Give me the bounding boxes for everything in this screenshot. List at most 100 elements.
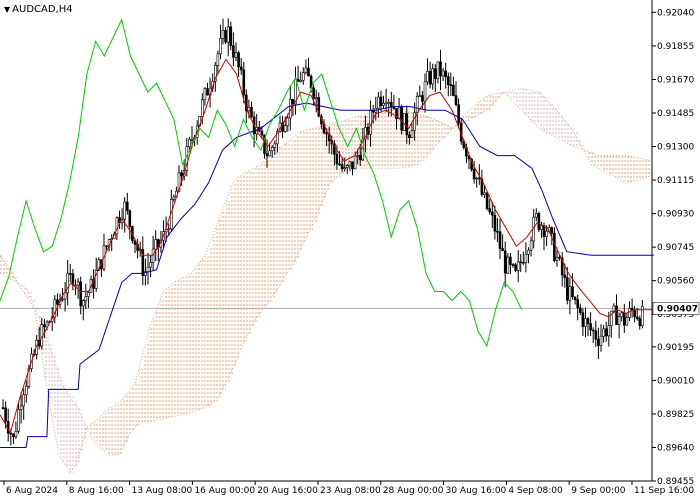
candle-body — [597, 338, 600, 346]
candle-body — [584, 318, 587, 327]
kumo-cloud-strip — [285, 143, 289, 277]
candle-body — [149, 262, 152, 268]
candle-body — [589, 323, 592, 331]
kumo-cloud-strip — [434, 119, 439, 147]
candle-body — [402, 113, 406, 131]
candle-body — [123, 201, 126, 220]
candle-body — [555, 256, 559, 261]
kumo-cloud-strip — [507, 91, 512, 96]
candle-body — [537, 213, 541, 230]
candle-body — [519, 261, 523, 264]
x-tick-label: 9 Sep 00:00 — [571, 486, 626, 496]
candle-body — [216, 53, 220, 66]
candle-body — [511, 264, 515, 266]
kumo-cloud-strip — [542, 95, 546, 131]
kumo-cloud-strip — [552, 106, 557, 136]
candle-body — [439, 61, 442, 77]
kumo-cloud-strip — [479, 101, 484, 114]
kumo-cloud-strip — [212, 237, 216, 404]
kumo-cloud-strip — [594, 153, 599, 167]
candle-body — [377, 96, 380, 109]
kumo-cloud-strip — [27, 291, 32, 299]
chart[interactable]: ▼ AUDCAD,H4 0.92040 0.91855 0.91670 0.91485 0… — [0, 0, 700, 500]
kumo-cloud-strip — [83, 421, 87, 440]
candle-body — [17, 409, 20, 432]
candle-body — [521, 261, 525, 264]
kumo-cloud-strip — [545, 99, 550, 132]
kumo-cloud-strip — [299, 132, 303, 252]
candle-body — [408, 134, 411, 138]
candle-body — [66, 273, 69, 294]
x-tick-label: 13 Aug 08:00 — [132, 486, 193, 496]
candle-body — [633, 309, 636, 318]
kumo-cloud-strip — [483, 98, 487, 112]
candle-body — [493, 214, 497, 232]
candle-body — [501, 248, 504, 252]
candle-body — [490, 211, 494, 216]
candle-body — [405, 113, 409, 136]
kumo-cloud-strip — [427, 117, 432, 154]
candle-body — [418, 95, 422, 97]
candle-body — [82, 300, 85, 307]
candle-body — [76, 281, 80, 286]
kumo-cloud-strip — [229, 191, 233, 375]
y-tick-label: 0.92040 — [657, 8, 694, 18]
kumo-cloud-strip — [598, 155, 602, 169]
kumo-cloud-strip — [246, 171, 251, 337]
candle-body — [226, 26, 230, 43]
candle-body — [203, 88, 207, 101]
kumo-cloud-strip — [549, 103, 553, 134]
kumo-cloud-strip — [219, 219, 223, 397]
candle-body — [415, 96, 419, 113]
kumo-cloud-strip — [518, 89, 522, 107]
kumo-cloud-strip — [239, 176, 244, 353]
kumo-cloud-strip — [302, 131, 306, 245]
candle-body — [304, 67, 308, 73]
kumo-cloud-strip — [382, 110, 386, 169]
candle-body — [239, 66, 243, 71]
candle-body — [581, 312, 585, 327]
candle-body — [602, 328, 605, 337]
candle-body — [283, 125, 287, 132]
candle-body — [12, 433, 15, 438]
candle-body — [345, 165, 349, 168]
y-tick-label: 0.91485 — [657, 109, 694, 119]
kumo-cloud-strip — [250, 170, 254, 329]
candle-body — [622, 312, 626, 326]
candle-body — [4, 407, 7, 422]
kumo-cloud-strip — [236, 179, 240, 360]
kumo-cloud-strip — [271, 153, 275, 298]
candle-body — [550, 227, 554, 234]
candle-body — [446, 76, 450, 85]
candle-body — [286, 117, 290, 126]
kumo-cloud-strip — [424, 116, 428, 158]
candle-body — [84, 296, 88, 301]
kumo-cloud-strip — [612, 155, 616, 176]
candle-body — [485, 192, 489, 210]
candle-body — [576, 299, 580, 309]
kumo-cloud-strip — [226, 200, 230, 383]
kumo-cloud-strip — [177, 280, 181, 416]
candle-body — [625, 317, 629, 326]
kumo-cloud-strip — [288, 141, 293, 271]
candle-body — [1, 407, 5, 409]
kumo-cloud-strip — [504, 92, 508, 93]
chart-canvas[interactable]: 0.92040 0.91855 0.91670 0.91485 0.91300 0.911… — [0, 0, 700, 500]
candle-body — [229, 26, 233, 46]
kumo-cloud-strip — [170, 285, 174, 418]
kumo-cloud-strip — [233, 182, 237, 368]
y-tick-label: 0.89640 — [657, 443, 694, 453]
candle-body — [441, 70, 445, 77]
candle-body — [190, 138, 194, 141]
kumo-cloud-strip — [191, 273, 195, 413]
kumo-cloud-strip — [511, 90, 515, 100]
candle-body — [250, 106, 253, 118]
candle-body — [268, 150, 271, 157]
candle-body — [87, 292, 90, 297]
candle-body — [270, 147, 274, 152]
candle-body — [340, 164, 344, 170]
kumo-cloud-strip — [114, 404, 119, 455]
kumo-cloud-strip — [514, 89, 519, 103]
candle-body — [630, 307, 634, 311]
kumo-cloud-strip — [198, 264, 202, 410]
